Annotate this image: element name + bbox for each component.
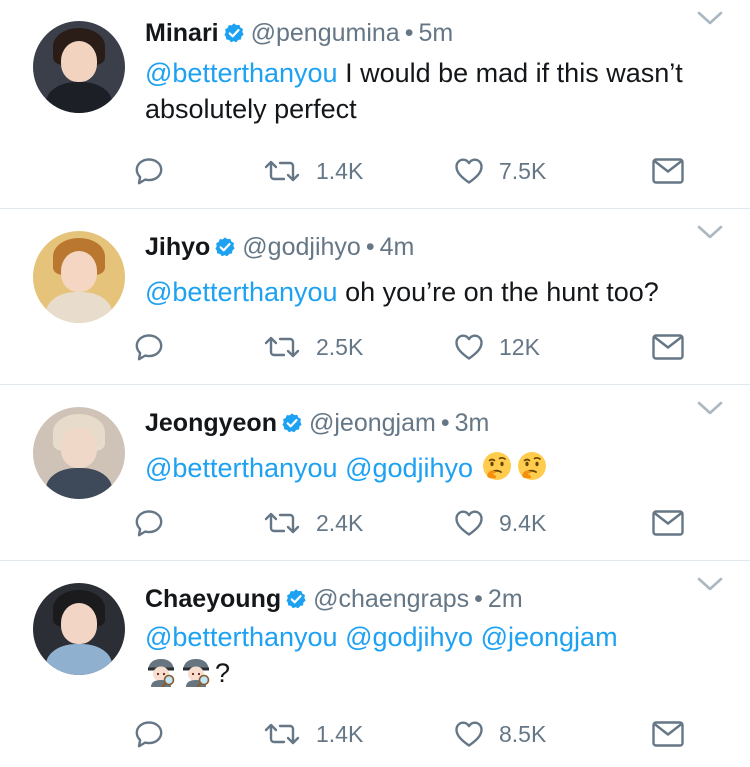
retweet-count: 1.4K — [316, 157, 364, 184]
tweet-text: @betterthanyou @godjihyo @jeongjam ? — [145, 619, 735, 691]
direct-message-button[interactable] — [651, 503, 685, 543]
separator-dot: • — [440, 409, 450, 437]
retweet-button[interactable]: 1.4K — [262, 151, 363, 191]
tweet-text: @betterthanyou I would be mad if this wa… — [145, 55, 735, 127]
timestamp[interactable]: 4m — [380, 233, 415, 261]
like-icon — [455, 721, 483, 747]
detective-icon — [148, 659, 175, 687]
separator-dot: • — [474, 585, 483, 613]
tweet-feed: Minari @pengumina • 5m @betterthanyou I wou… — [0, 0, 750, 767]
avatar[interactable] — [33, 231, 125, 323]
like-button[interactable]: 12K — [453, 327, 540, 367]
mention-link[interactable]: @betterthanyou — [145, 453, 338, 483]
thinking-face-icon — [482, 452, 511, 480]
reply-button[interactable] — [133, 327, 165, 367]
retweet-button[interactable]: 1.4K — [262, 714, 363, 754]
direct-message-button[interactable] — [651, 714, 685, 754]
like-button[interactable]: 8.5K — [453, 714, 546, 754]
tweet-actions: 2.5K 12K — [0, 327, 750, 367]
retweet-button[interactable]: 2.5K — [262, 327, 363, 367]
avatar[interactable] — [33, 407, 125, 499]
mention-link[interactable]: @betterthanyou — [145, 277, 338, 307]
like-count: 12K — [499, 333, 540, 360]
user-handle[interactable]: @chaengraps — [313, 585, 469, 613]
mention-link[interactable]: @godjihyo — [345, 622, 473, 652]
mention-link[interactable]: @jeongjam — [481, 622, 618, 652]
direct-message-button[interactable] — [651, 151, 685, 191]
reply-icon — [135, 510, 163, 537]
verified-badge-icon — [286, 589, 306, 609]
user-handle[interactable]: @jeongjam — [309, 409, 436, 437]
display-name[interactable]: Minari — [145, 19, 219, 47]
timestamp[interactable]: 5m — [418, 19, 453, 47]
reply-button[interactable] — [133, 714, 165, 754]
like-icon — [455, 510, 483, 536]
chevron-down-icon[interactable] — [697, 576, 723, 592]
retweet-icon — [264, 160, 300, 182]
user-handle[interactable]: @godjihyo — [242, 233, 361, 261]
separator-dot: • — [365, 233, 375, 261]
like-count: 7.5K — [499, 157, 547, 184]
retweet-button[interactable]: 2.4K — [262, 503, 363, 543]
tweet-text: @betterthanyou @godjihyo — [145, 450, 735, 486]
avatar[interactable] — [33, 21, 125, 113]
verified-badge-icon — [224, 23, 244, 43]
like-icon — [455, 158, 483, 184]
mention-link[interactable]: @godjihyo — [345, 453, 473, 483]
direct-message-icon — [652, 510, 684, 536]
direct-message-icon — [652, 334, 684, 360]
reply-icon — [135, 334, 163, 361]
direct-message-button[interactable] — [651, 327, 685, 367]
tweet-body: oh you’re on the hunt too? — [345, 277, 659, 307]
retweet-count: 1.4K — [316, 720, 364, 747]
like-count: 8.5K — [499, 720, 547, 747]
display-name[interactable]: Jeongyeon — [145, 409, 277, 437]
timestamp[interactable]: 3m — [455, 409, 490, 437]
tweet-actions: 1.4K 8.5K — [0, 714, 750, 754]
retweet-count: 2.4K — [316, 509, 364, 536]
chevron-down-icon[interactable] — [697, 224, 723, 240]
display-name[interactable]: Jihyo — [145, 233, 210, 261]
retweet-icon — [264, 723, 300, 745]
mention-link[interactable]: @betterthanyou — [145, 622, 338, 652]
retweet-count: 2.5K — [316, 333, 364, 360]
reply-icon — [135, 158, 163, 185]
retweet-icon — [264, 336, 300, 358]
reply-icon — [135, 721, 163, 748]
tweet-text: @betterthanyou oh you’re on the hunt too… — [145, 274, 735, 310]
avatar[interactable] — [33, 583, 125, 675]
like-icon — [455, 334, 483, 360]
display-name[interactable]: Chaeyoung — [145, 585, 281, 613]
separator-dot: • — [404, 19, 414, 47]
thinking-face-icon — [517, 452, 546, 480]
tweet-body: ? — [215, 658, 231, 688]
tweet[interactable]: Minari @pengumina • 5m @betterthanyou I wou… — [0, 0, 750, 209]
reply-button[interactable] — [133, 503, 165, 543]
user-handle[interactable]: @pengumina — [251, 19, 400, 47]
tweet-actions: 2.4K 9.4K — [0, 503, 750, 543]
chevron-down-icon[interactable] — [697, 10, 723, 26]
tweet-actions: 1.4K 7.5K — [0, 151, 750, 191]
detective-icon — [183, 659, 210, 687]
direct-message-icon — [652, 158, 684, 184]
like-count: 9.4K — [499, 509, 547, 536]
tweet[interactable]: Jihyo @godjihyo • 4m @betterthanyou oh you’… — [0, 209, 750, 385]
like-button[interactable]: 9.4K — [453, 503, 546, 543]
verified-badge-icon — [215, 237, 235, 257]
retweet-icon — [264, 512, 300, 534]
direct-message-icon — [652, 721, 684, 747]
chevron-down-icon[interactable] — [697, 400, 723, 416]
mention-link[interactable]: @betterthanyou — [145, 58, 338, 88]
like-button[interactable]: 7.5K — [453, 151, 546, 191]
timestamp[interactable]: 2m — [488, 585, 523, 613]
verified-badge-icon — [282, 413, 302, 433]
tweet[interactable]: Jeongyeon @jeongjam • 3m @betterthanyou @go… — [0, 385, 750, 561]
tweet[interactable]: Chaeyoung @chaengraps • 2m @betterthanyou @… — [0, 561, 750, 767]
reply-button[interactable] — [133, 151, 165, 191]
